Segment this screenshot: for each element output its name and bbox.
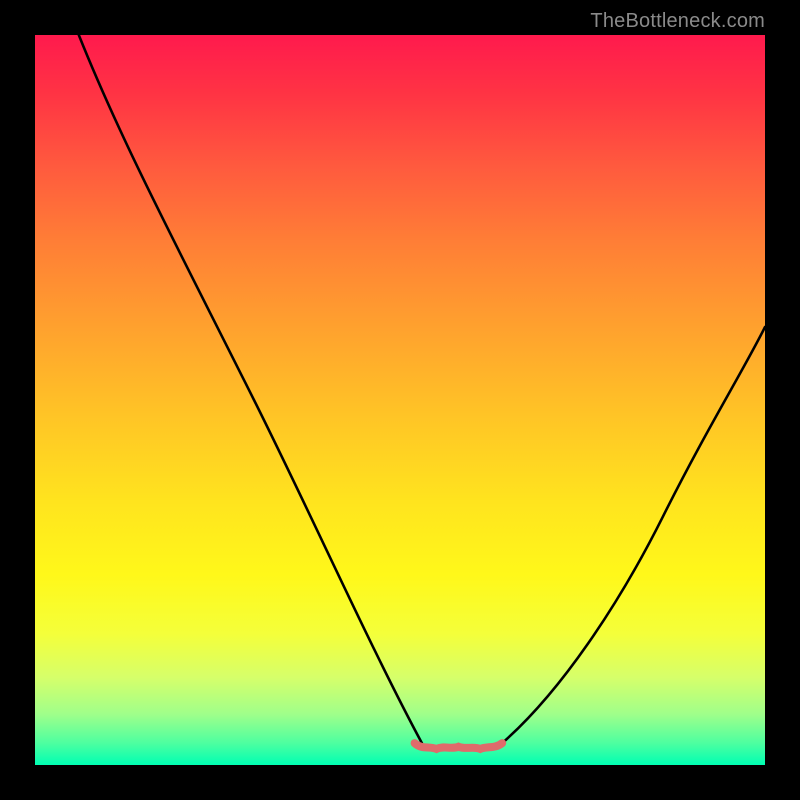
left-curve: [79, 35, 422, 743]
chart-svg: [35, 35, 765, 765]
right-curve: [502, 327, 765, 743]
chart-container: TheBottleneck.com: [0, 0, 800, 800]
valley-pink: [415, 743, 503, 749]
watermark-text: TheBottleneck.com: [590, 10, 765, 33]
